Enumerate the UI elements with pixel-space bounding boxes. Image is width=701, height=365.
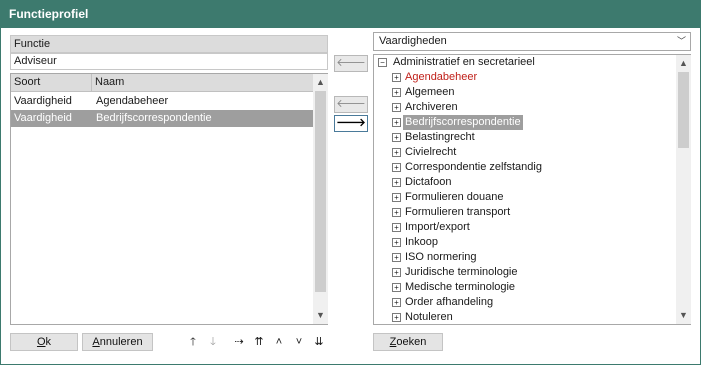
first-icon[interactable]: ⇈	[251, 334, 267, 350]
tree-item-label: Medische terminologie	[405, 281, 516, 293]
scroll-up-icon[interactable]: ▲	[676, 56, 691, 71]
expand-icon[interactable]: +	[392, 178, 401, 187]
remove-arrow-button[interactable]: 🡐	[334, 96, 368, 113]
expand-icon[interactable]: +	[392, 88, 401, 97]
expand-icon[interactable]: +	[392, 313, 401, 322]
table-scrollbar[interactable]: ▲ ▼	[313, 74, 328, 324]
column-header-soort[interactable]: Soort	[11, 74, 92, 91]
annuleren-accesskey: A	[92, 336, 100, 348]
table-row-selected[interactable]: Vaardigheid Bedrijfscorrespondentie	[11, 110, 313, 127]
scroll-thumb[interactable]	[678, 72, 689, 148]
tree-item-label: Correspondentie zelfstandig	[405, 161, 542, 173]
expand-icon[interactable]: +	[392, 148, 401, 157]
tree-item-label: Belastingrecht	[405, 131, 475, 143]
expand-icon[interactable]: +	[392, 283, 401, 292]
expand-icon[interactable]: +	[392, 163, 401, 172]
chevron-down-icon: ﹀	[676, 36, 686, 46]
skills-tree: − Administratief en secretarieel + Agenda…	[373, 54, 691, 325]
expand-icon[interactable]: +	[392, 103, 401, 112]
table-header: Soort Naam	[11, 74, 313, 92]
column-header-naam[interactable]: Naam	[92, 74, 313, 91]
copy-icon[interactable]: ⇢	[231, 334, 247, 350]
tree-item-label: Civielrecht	[405, 146, 457, 158]
tree-item-label: Agendabeheer	[405, 71, 478, 83]
next-icon[interactable]: ˅	[291, 334, 307, 350]
move-down-icon[interactable]: 🡓	[205, 334, 221, 350]
tree-item-label: ISO normering	[405, 251, 477, 263]
skills-table: Soort Naam Vaardigheid Agendabeheer Vaar…	[10, 73, 328, 325]
annuleren-label: nnuleren	[99, 336, 143, 348]
tree-item-label: Bedrijfscorrespondentie	[403, 115, 523, 130]
cell-soort: Vaardigheid	[14, 112, 72, 124]
expand-icon[interactable]: +	[392, 268, 401, 277]
tree-root-label: Administratief en secretarieel	[393, 56, 535, 68]
move-up-icon[interactable]: 🡑	[185, 334, 201, 350]
expand-icon[interactable]: +	[392, 223, 401, 232]
expand-icon[interactable]: +	[392, 208, 401, 217]
collapse-icon[interactable]: −	[378, 58, 387, 67]
scroll-down-icon[interactable]: ▼	[313, 308, 328, 323]
category-select[interactable]: Vaardigheden ﹀	[373, 32, 691, 51]
tree-item-label: Archiveren	[405, 101, 458, 113]
remove-arrow-button-top[interactable]: 🡐	[334, 55, 368, 72]
tree-item-label: Import/export	[405, 221, 470, 233]
cell-soort: Vaardigheid	[14, 95, 72, 107]
tree-scrollbar[interactable]: ▲ ▼	[676, 55, 691, 324]
tree-item-label: Inkoop	[405, 236, 439, 248]
annuleren-button[interactable]: Annuleren	[82, 333, 153, 351]
functie-header: Functie	[10, 35, 328, 53]
tree-item-label: Juridische terminologie	[405, 266, 518, 278]
window-title: Functieprofiel	[1, 1, 700, 28]
zoeken-label: oeken	[396, 336, 427, 348]
tree-item-label: Order afhandeling	[405, 296, 494, 308]
cell-naam: Bedrijfscorrespondentie	[96, 112, 212, 124]
tree-item-label: Formulieren transport	[405, 206, 511, 218]
expand-icon[interactable]: +	[392, 298, 401, 307]
tree-item-label: Algemeen	[405, 86, 455, 98]
expand-icon[interactable]: +	[392, 73, 401, 82]
cell-naam: Agendabeheer	[96, 95, 169, 107]
scroll-down-icon[interactable]: ▼	[676, 308, 691, 323]
last-icon[interactable]: ⇊	[311, 334, 327, 350]
prev-icon[interactable]: ˄	[271, 334, 287, 350]
scroll-thumb[interactable]	[315, 91, 326, 292]
functieprofiel-window: Functieprofiel Functie Adviseur Soort Na…	[0, 0, 701, 365]
tree-item-label: Dictafoon	[405, 176, 452, 188]
zoeken-button[interactable]: Zoeken	[373, 333, 443, 351]
table-row[interactable]: Vaardigheid Agendabeheer	[11, 93, 313, 110]
scroll-up-icon[interactable]: ▲	[313, 75, 328, 90]
ok-accesskey: O	[36, 336, 46, 348]
expand-icon[interactable]: +	[392, 193, 401, 202]
ok-button[interactable]: Ok	[10, 333, 78, 351]
expand-icon[interactable]: +	[392, 133, 401, 142]
tree-item-label: Formulieren douane	[405, 191, 504, 203]
category-select-value: Vaardigheden	[379, 35, 447, 47]
expand-icon[interactable]: +	[392, 238, 401, 247]
expand-icon[interactable]: +	[392, 118, 401, 127]
tree-item-label: Notuleren	[405, 311, 453, 323]
ok-label: k	[45, 336, 52, 348]
add-arrow-button[interactable]: 🡒	[334, 115, 368, 132]
expand-icon[interactable]: +	[392, 253, 401, 262]
functie-field[interactable]: Adviseur	[10, 53, 328, 70]
